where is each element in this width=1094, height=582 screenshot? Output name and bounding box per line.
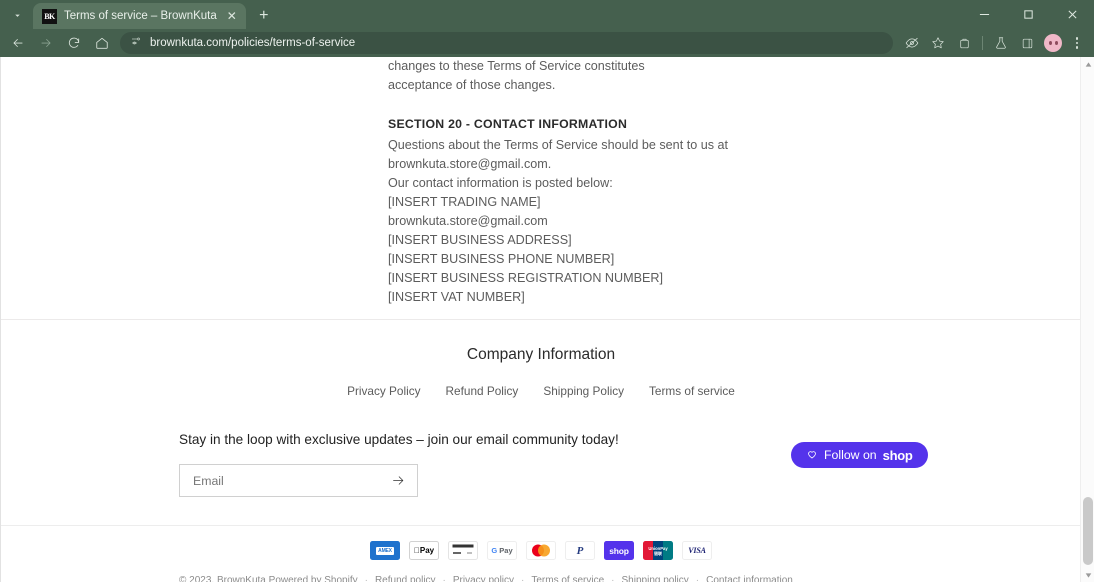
powered-by-shopify-link[interactable]: Powered by Shopify <box>269 575 358 582</box>
article-line: brownkuta.store@gmail.com. <box>388 157 552 171</box>
legal-link-refund-policy[interactable]: Refund policy <box>375 575 436 582</box>
scroll-up-arrow-icon[interactable] <box>1081 57 1094 71</box>
legal-separator: · <box>442 575 446 582</box>
forward-icon[interactable] <box>32 30 60 56</box>
company-information-section: Company Information Privacy Policy Refun… <box>1 320 1081 414</box>
payment-icon-apple-pay: Pay <box>409 541 439 560</box>
payment-icon-shop-pay: shop <box>604 541 634 560</box>
footer-link-refund-policy[interactable]: Refund Policy <box>446 384 519 398</box>
legal-separator: · <box>521 575 525 582</box>
payment-icon-generic-card <box>448 541 478 560</box>
legal-link-contact-information[interactable]: Contact information <box>706 575 793 582</box>
legal-link-shipping-policy[interactable]: Shipping policy <box>622 575 689 582</box>
footer-link-privacy-policy[interactable]: Privacy Policy <box>347 384 420 398</box>
newsletter-email-input[interactable] <box>193 473 389 488</box>
toolbar-divider <box>982 36 983 50</box>
browser-toolbar: brownkuta.com/policies/terms-of-service <box>0 29 1094 57</box>
article-section-heading: SECTION 20 - CONTACT INFORMATION <box>388 117 628 131</box>
footer-link-shipping-policy[interactable]: Shipping Policy <box>543 384 624 398</box>
footer-bottom: AMEX Pay G Pay P shop UnionPay银联 VISA <box>1 525 1081 582</box>
article-line: Questions about the Terms of Service sho… <box>388 138 728 152</box>
payment-methods: AMEX Pay G Pay P shop UnionPay银联 VISA <box>1 541 1081 560</box>
company-information-title: Company Information <box>466 346 616 363</box>
article-line: [INSERT BUSINESS PHONE NUMBER] <box>388 252 615 266</box>
legal-separator: · <box>364 575 368 582</box>
reload-icon[interactable] <box>60 30 88 56</box>
article-line: [INSERT BUSINESS ADDRESS] <box>388 233 572 247</box>
article-line: [INSERT BUSINESS REGISTRATION NUMBER] <box>388 271 664 285</box>
heart-icon <box>806 448 818 463</box>
follow-on-shop-label: Follow on <box>824 448 877 462</box>
window-close-icon[interactable] <box>1050 0 1094 29</box>
copyright-text: © 2023, BrownKuta <box>179 575 266 582</box>
page-content: changes to these Terms of Service consti… <box>1 57 1081 582</box>
payment-icon-google-pay: G Pay <box>487 541 517 560</box>
side-panel-icon[interactable] <box>1014 31 1040 55</box>
window-controls <box>962 0 1094 29</box>
payment-icon-union-pay: UnionPay 银联 <box>643 541 673 560</box>
newsletter-section: Stay in the loop with exclusive updates … <box>1 414 1081 525</box>
bookmark-star-icon[interactable] <box>925 31 951 55</box>
tab-close-icon[interactable]: ✕ <box>224 8 240 24</box>
scrollbar-thumb[interactable] <box>1083 497 1093 565</box>
article-line: [INSERT VAT NUMBER] <box>388 290 525 304</box>
tab-favicon: BK <box>42 8 57 24</box>
legal-footer: © 2023, BrownKuta Powered by Shopify · R… <box>1 575 1081 582</box>
tab-strip: BK Terms of service – BrownKuta ✕ + <box>0 0 1094 29</box>
payment-icon-mastercard <box>526 541 556 560</box>
article-trailing-paragraph: changes to these Terms of Service consti… <box>388 59 645 92</box>
newsletter-submit-button[interactable] <box>389 472 407 490</box>
article-line: Our contact information is posted below: <box>388 176 613 190</box>
svg-text:银联: 银联 <box>654 550 662 556</box>
page-viewport: changes to these Terms of Service consti… <box>0 57 1094 582</box>
footer-link-terms-of-service[interactable]: Terms of service <box>649 384 735 398</box>
company-links: Privacy Policy Refund Policy Shipping Po… <box>1 384 1081 398</box>
browser-tab-active[interactable]: BK Terms of service – BrownKuta ✕ <box>33 3 246 29</box>
back-icon[interactable] <box>4 30 32 56</box>
share-icon[interactable] <box>951 31 977 55</box>
address-bar-url: brownkuta.com/policies/terms-of-service <box>150 37 356 49</box>
follow-on-shop-button[interactable]: Follow on shop <box>791 442 928 468</box>
chrome-menu-icon[interactable] <box>1066 31 1088 55</box>
arrow-right-icon <box>392 476 403 485</box>
profile-avatar[interactable] <box>1040 31 1066 55</box>
article-line: brownkuta.store@gmail.com <box>388 214 548 228</box>
shop-wordmark: shop <box>882 447 913 463</box>
newsletter-heading: Stay in the loop with exclusive updates … <box>179 432 619 447</box>
legal-link-terms-of-service[interactable]: Terms of service <box>531 575 604 582</box>
tab-search-icon[interactable] <box>4 3 30 27</box>
payment-icon-paypal: P <box>565 541 595 560</box>
legal-link-privacy-policy[interactable]: Privacy policy <box>453 575 514 582</box>
labs-flask-icon[interactable] <box>988 31 1014 55</box>
tab-title: Terms of service – BrownKuta <box>64 10 217 22</box>
site-settings-icon[interactable] <box>130 34 142 52</box>
payment-icon-visa: VISA <box>682 541 712 560</box>
article-line: [INSERT TRADING NAME] <box>388 195 541 209</box>
maximize-icon[interactable] <box>1006 0 1050 29</box>
home-icon[interactable] <box>88 30 116 56</box>
minimize-icon[interactable] <box>962 0 1006 29</box>
scroll-down-arrow-icon[interactable] <box>1081 568 1094 582</box>
address-bar[interactable]: brownkuta.com/policies/terms-of-service <box>120 32 893 54</box>
browser-window: BK Terms of service – BrownKuta ✕ + brow… <box>0 0 1094 582</box>
newsletter-form <box>179 464 418 497</box>
tracking-protection-icon[interactable] <box>899 31 925 55</box>
legal-separator: · <box>611 575 615 582</box>
terms-article: changes to these Terms of Service consti… <box>1 57 1081 320</box>
legal-separator: · <box>695 575 700 582</box>
payment-icon-american-express: AMEX <box>370 541 400 560</box>
new-tab-button[interactable]: + <box>251 4 277 28</box>
page-scrollbar[interactable] <box>1080 57 1094 582</box>
